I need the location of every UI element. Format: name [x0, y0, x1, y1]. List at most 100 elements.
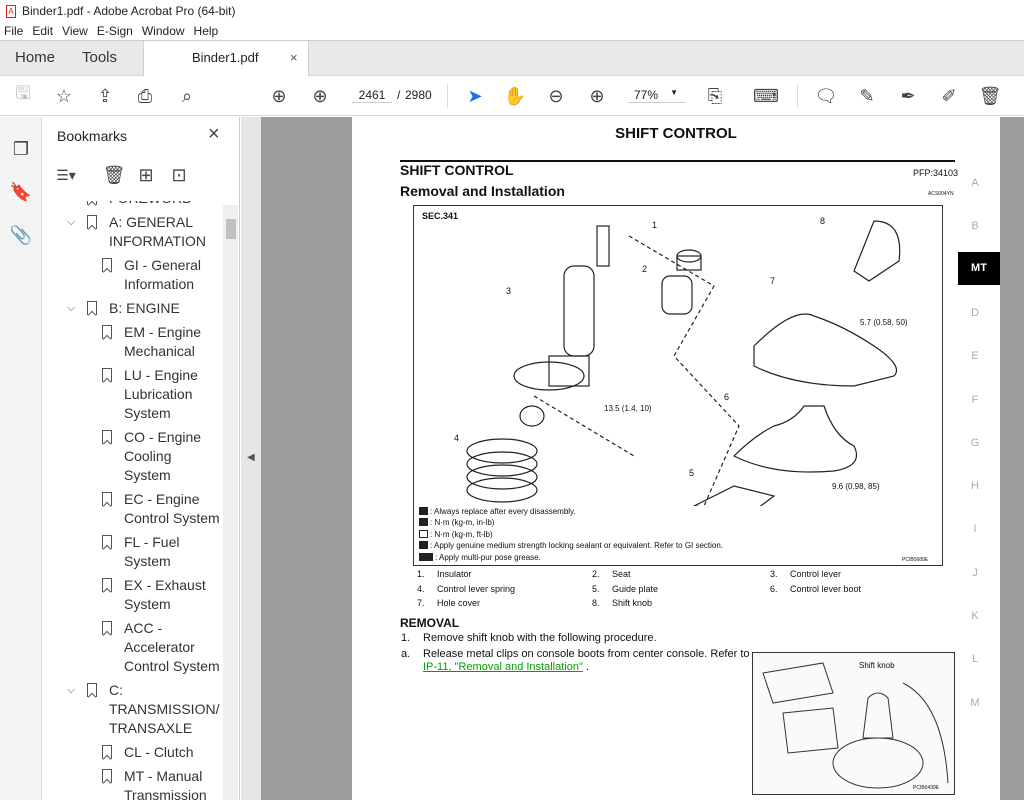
bookmark-item[interactable]: MT - Manual Transmission — [42, 767, 222, 800]
bookmark-item[interactable]: ACC - Accelerator Control System — [42, 619, 222, 676]
callout-1: 1 — [652, 220, 658, 230]
part-name: Shift knob — [612, 598, 653, 608]
photo-drawing — [762, 662, 949, 789]
bookmark-item[interactable]: ⌵ B: ENGINE — [42, 299, 222, 318]
part-number: 3. — [770, 569, 778, 579]
bookmark-item[interactable]: ⌵ A: GENERAL INFORMATION — [42, 213, 222, 251]
page-fit-icon[interactable]: ⎘ — [703, 84, 727, 108]
previous-page-icon[interactable]: ⊕ — [267, 84, 291, 108]
bookmark-label: CL - Clutch — [124, 744, 194, 760]
sign-icon[interactable]: ✒ — [896, 84, 920, 108]
menu-edit[interactable]: Edit — [32, 24, 53, 38]
scrollbar-thumb[interactable] — [226, 219, 236, 239]
bookmark-item[interactable]: FL - Fuel System — [42, 533, 222, 571]
bookmark-label: CO - Engine Cooling System — [124, 429, 202, 483]
bookmark-item[interactable]: FOREWORD — [42, 201, 222, 208]
scroll-mode-icon[interactable]: ⌨ — [753, 84, 779, 108]
options-menu-icon[interactable]: ☰▾ — [54, 163, 78, 187]
bookmark-tree: FOREWORD ⌵ A: GENERAL INFORMATION GI - Gene… — [42, 201, 222, 800]
close-tab-icon[interactable]: × — [290, 41, 298, 75]
search-icon[interactable]: ⌕ — [175, 84, 199, 108]
side-tab-G: G — [970, 436, 980, 449]
zoom-select[interactable]: 77% ▼ — [628, 88, 686, 103]
chevron-down-icon[interactable]: ⌵ — [67, 299, 75, 318]
torque-hole-cover: 5.7 (0.58, 50) — [860, 318, 908, 327]
bookmark-icon — [102, 578, 112, 592]
pages-icon[interactable]: ❐ — [9, 137, 33, 161]
part-name: Insulator — [437, 569, 472, 579]
part-number: 4. — [417, 583, 425, 594]
part-number: 8. — [592, 598, 600, 608]
bookmark-icon — [87, 215, 97, 229]
bookmark-from-selection-icon[interactable]: ⊡ — [167, 163, 191, 187]
side-tab-MT: MT — [958, 252, 1000, 285]
tab-home[interactable]: Home — [15, 41, 55, 76]
print-icon[interactable]: ⎙ — [133, 84, 157, 108]
tab-document[interactable]: Binder1.pdf × — [143, 41, 309, 77]
part-name: Control lever spring — [437, 583, 516, 594]
zoom-value: 77% — [634, 88, 659, 102]
chevron-down-icon[interactable]: ⌵ — [67, 681, 75, 700]
page-separator: / — [397, 88, 401, 102]
bookmark-item[interactable]: EX - Exhaust System — [42, 576, 222, 614]
side-tab-D: D — [971, 306, 979, 319]
page-number-input[interactable]: 2461 — [352, 88, 392, 103]
diagram-drawing — [466, 220, 901, 506]
comment-icon[interactable]: 🗨 — [814, 84, 838, 108]
callout-7: 7 — [770, 276, 776, 286]
legend-torque-ftlb: : N·m (kg-m, ft-lb) — [419, 530, 493, 539]
shift-knob-photo: Shift knob PCIB0439E — [752, 652, 955, 795]
close-icon[interactable]: × — [208, 123, 220, 146]
chevron-left-icon: ◀ — [247, 452, 255, 463]
tab-tools[interactable]: Tools — [82, 41, 117, 76]
tab-bar: Home Tools Binder1.pdf × — [0, 40, 1024, 77]
attachments-icon[interactable]: 📎 — [9, 223, 33, 247]
collapse-pane-handle[interactable]: ◀ — [241, 117, 261, 800]
bookmarks-icon[interactable]: 🔖 — [9, 180, 33, 204]
part-name: Control lever — [790, 569, 842, 579]
delete-bookmark-icon[interactable]: 🗑 — [102, 163, 126, 187]
legend-sealant: : Apply genuine medium strength locking … — [419, 541, 723, 550]
bookmark-label: A: GENERAL INFORMATION — [109, 214, 206, 249]
bookmark-icon — [87, 201, 97, 205]
step-1-text: Remove shift knob with the following pro… — [423, 632, 657, 644]
next-page-icon[interactable]: ⊕ — [308, 84, 332, 108]
menu-view[interactable]: View — [62, 24, 88, 38]
bookmarks-scrollbar[interactable] — [223, 205, 238, 800]
bookmark-item[interactable]: EM - Engine Mechanical — [42, 323, 222, 361]
zoom-in-icon[interactable]: ⊕ — [585, 84, 609, 108]
bookmark-item[interactable]: CO - Engine Cooling System — [42, 428, 222, 485]
delete-icon[interactable]: 🗑 — [978, 84, 1002, 108]
menu-help[interactable]: Help — [194, 24, 219, 38]
removal-heading: REMOVAL — [400, 616, 460, 630]
edit-pdf-icon[interactable]: ✐ — [937, 84, 961, 108]
upload-cloud-icon[interactable]: ⇪ — [93, 84, 117, 108]
side-tab-A: A — [971, 177, 979, 189]
bookmark-item[interactable]: EC - Engine Control System — [42, 490, 222, 528]
side-tab-E: E — [971, 350, 979, 363]
zoom-out-icon[interactable]: ⊖ — [544, 84, 568, 108]
callout-3: 3 — [506, 286, 512, 296]
select-cursor-icon[interactable]: ➤ — [463, 84, 487, 108]
bookmark-item[interactable]: ⌵ C: TRANSMISSION/TRANSAXLE — [42, 681, 222, 738]
highlight-icon[interactable]: ✎ — [855, 84, 879, 108]
bookmark-item[interactable]: GI - General Information — [42, 256, 222, 294]
new-bookmark-icon[interactable]: ⊞ — [134, 163, 158, 187]
bookmark-star-icon[interactable]: ☆ — [52, 84, 76, 108]
menu-file[interactable]: File — [4, 24, 23, 38]
menu-window[interactable]: Window — [142, 24, 185, 38]
menu-esign[interactable]: E-Sign — [97, 24, 133, 38]
hand-tool-icon[interactable]: ✋ — [503, 84, 527, 108]
toolbar: 🖫 ☆ ⇪ ⎙ ⌕ ⊕ ⊕ 2461 / 2980 ➤ ✋ ⊖ ⊕ 77% ▼ ⎘… — [0, 76, 1024, 116]
bookmark-icon — [87, 301, 97, 315]
part-name: Seat — [612, 569, 631, 579]
bookmark-icon — [102, 430, 112, 444]
callout-5: 5 — [689, 468, 695, 478]
ip-11-link[interactable]: IP-11, "Removal and Installation" — [423, 661, 583, 673]
save-icon[interactable]: 🖫 — [11, 83, 35, 108]
bookmark-item[interactable]: LU - Engine Lubrication System — [42, 366, 222, 423]
torque-symbol-icon — [419, 518, 428, 526]
chevron-down-icon[interactable]: ⌵ — [67, 213, 75, 232]
bookmark-icon — [87, 683, 97, 697]
bookmark-item[interactable]: CL - Clutch — [42, 743, 222, 762]
